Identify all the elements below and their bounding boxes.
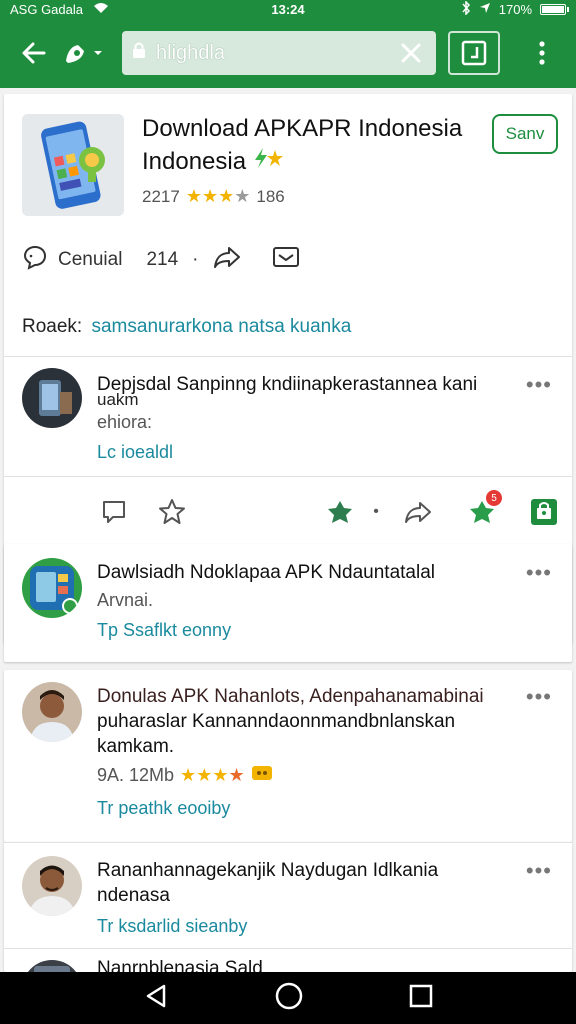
clock: 13:24 bbox=[271, 1, 305, 17]
nav-home-icon[interactable] bbox=[274, 981, 304, 1016]
post-title[interactable]: Dawlsiadh Ndoklapaa APK Ndauntatalal bbox=[97, 560, 527, 585]
star-icon: ★ bbox=[185, 186, 202, 206]
address-bar[interactable]: hlighdla bbox=[122, 31, 436, 75]
star-icon: ★ bbox=[218, 186, 235, 206]
dot-separator: • bbox=[373, 503, 379, 520]
rating-stars: ★★★★ bbox=[180, 765, 245, 786]
post-title-line2: puharaslar Kannanndaonnmandbnlanskan bbox=[97, 711, 456, 732]
post-link[interactable]: Tp Ssaflkt eonny bbox=[97, 620, 231, 641]
star-icon: ★ bbox=[180, 765, 197, 785]
star-icon: ★ bbox=[201, 186, 219, 206]
read-link[interactable]: samsanurarkona natsa kuanka bbox=[91, 316, 351, 337]
notification-badge: 5 bbox=[486, 490, 502, 506]
app-thumbnail[interactable] bbox=[22, 114, 124, 216]
avatar[interactable] bbox=[22, 368, 82, 428]
avatar[interactable] bbox=[22, 856, 82, 916]
emoji-icon bbox=[251, 764, 273, 787]
more-options-icon[interactable]: ••• bbox=[526, 858, 552, 884]
page-content: Download APKAPR Indonesia Indonesia 2217… bbox=[0, 88, 576, 972]
post-title-line1: Donulas APK Nahanlots, Adenpahanamabinai bbox=[97, 686, 484, 707]
url-text[interactable]: hlighdla bbox=[156, 42, 396, 65]
more-options-icon[interactable]: ••• bbox=[526, 684, 552, 710]
avatar[interactable] bbox=[22, 558, 82, 618]
rating-count: 2217 bbox=[142, 186, 180, 206]
post-title-line1: Depjsdal Sanpinng kndiinapkerastannea ka… bbox=[97, 374, 478, 395]
read-label: Roaek: bbox=[22, 316, 83, 337]
post-size: 9A. 12Mb bbox=[97, 765, 175, 785]
app-action-row: Cenuial 214 · bbox=[22, 244, 300, 276]
post-title-line2: ndenasa bbox=[97, 885, 170, 906]
share-icon[interactable] bbox=[212, 244, 242, 276]
close-icon[interactable] bbox=[396, 38, 426, 68]
post-title[interactable]: Rananhannagekanjik Naydugan Idlkania nde… bbox=[97, 858, 527, 908]
avatar[interactable] bbox=[22, 960, 82, 972]
rating-extra: 186 bbox=[256, 186, 285, 206]
comment-label[interactable]: Cenuial bbox=[58, 249, 122, 271]
post-title-line1: Rananhannagekanjik Naydugan Idlkania bbox=[97, 860, 439, 881]
status-bar: ASG Gadala 13:24 170% bbox=[0, 0, 576, 18]
read-more-line: Roaek: samsanurarkona natsa kuanka bbox=[22, 316, 351, 338]
system-nav-bar bbox=[0, 972, 576, 1024]
divider bbox=[4, 476, 572, 477]
post-card[interactable]: Rananhannagekanjik Naydugan Idlkania nde… bbox=[4, 842, 572, 972]
pin-icon[interactable] bbox=[322, 494, 358, 530]
comment-icon[interactable] bbox=[96, 494, 132, 530]
nav-recents-icon[interactable] bbox=[408, 983, 434, 1014]
lock-icon bbox=[132, 41, 146, 65]
post-title[interactable]: Depjsdal Sanpinng kndiinapkerastannea ka… bbox=[97, 372, 527, 397]
app-title-line2: Indonesia bbox=[142, 148, 247, 175]
star-icon: ★ bbox=[228, 765, 245, 785]
app-rating-row: 2217 ★★★★ 186 bbox=[142, 186, 285, 207]
post-link[interactable]: Tr ksdarlid sieanby bbox=[97, 916, 247, 937]
more-options-icon[interactable]: ••• bbox=[526, 560, 552, 586]
comment-count: 214 bbox=[146, 249, 179, 270]
notification-icon[interactable]: 5 bbox=[464, 490, 502, 530]
comment-icon[interactable] bbox=[22, 244, 48, 276]
mail-icon[interactable] bbox=[272, 245, 300, 275]
save-button[interactable]: Sanv bbox=[492, 114, 558, 154]
divider bbox=[4, 948, 572, 949]
avatar[interactable] bbox=[22, 682, 82, 742]
star-outline-icon[interactable] bbox=[154, 494, 190, 530]
post-title[interactable]: Nanrnblenasia Sald bbox=[97, 956, 527, 972]
app-menu-icon[interactable] bbox=[56, 31, 112, 75]
post-title[interactable]: Donulas APK Nahanlots, Adenpahanamabinai… bbox=[97, 684, 537, 759]
star-icon: ★ bbox=[212, 765, 229, 785]
nav-back-icon[interactable] bbox=[142, 982, 170, 1015]
star-icon: ★ bbox=[234, 186, 251, 206]
store-bag-icon[interactable] bbox=[526, 494, 562, 530]
tabs-button[interactable] bbox=[448, 31, 500, 75]
post-card[interactable]: Donulas APK Nahanlots, Adenpahanamabinai… bbox=[4, 670, 572, 842]
post-subtitle: Arvnai. bbox=[97, 590, 154, 610]
star-icon: ★ bbox=[196, 765, 213, 785]
divider bbox=[4, 842, 572, 843]
rating-stars: ★★★★ bbox=[186, 186, 251, 207]
back-arrow-icon[interactable] bbox=[12, 31, 56, 75]
post-stats: 9A. 12Mb ★★★★ bbox=[97, 764, 273, 787]
browser-toolbar: hlighdla bbox=[0, 18, 576, 88]
app-title-line1: Download APKAPR Indonesia bbox=[142, 115, 463, 142]
app-title: Download APKAPR Indonesia Indonesia bbox=[142, 112, 482, 178]
more-options-icon[interactable]: ••• bbox=[526, 372, 552, 398]
post-card[interactable]: Dawlsiadh Ndoklapaa APK Ndauntatalal Arv… bbox=[4, 544, 572, 662]
overflow-menu-icon[interactable] bbox=[520, 31, 564, 75]
post-title-line3: kamkam. bbox=[97, 736, 175, 757]
post-subtitle: ehiora: bbox=[97, 412, 153, 432]
post-actions: • 5 bbox=[94, 490, 564, 534]
dot-separator: · bbox=[192, 249, 199, 270]
sparkle-icon bbox=[253, 148, 285, 175]
post-title-line2: uakm bbox=[97, 390, 139, 409]
battery-icon bbox=[540, 3, 569, 15]
post-link[interactable]: Lc ioealdl bbox=[97, 442, 173, 463]
share-icon[interactable] bbox=[400, 494, 436, 530]
post-link[interactable]: Tr peathk eooiby bbox=[97, 798, 230, 819]
